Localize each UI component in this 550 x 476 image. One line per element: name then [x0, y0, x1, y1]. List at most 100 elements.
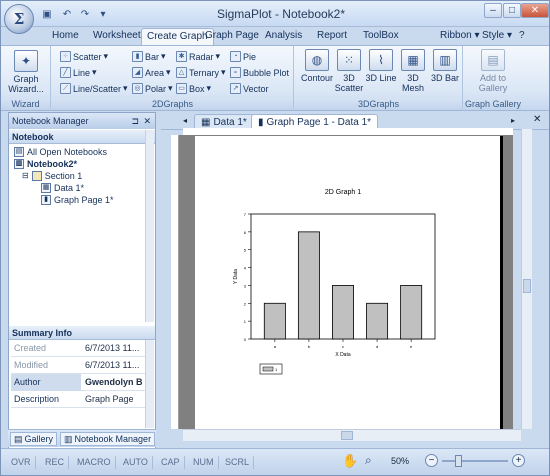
- zoom-out-button[interactable]: −: [425, 454, 438, 467]
- ternary-button[interactable]: △ Ternary ▾: [176, 65, 226, 80]
- zoom-in-button[interactable]: +: [512, 454, 525, 467]
- polar-button[interactable]: ◎ Polar ▾: [132, 81, 173, 96]
- ribbon-tabs: Home Worksheet Create Graph Graph Page A…: [1, 27, 549, 45]
- vector-button[interactable]: ↗ Vector: [230, 81, 269, 96]
- redo-icon[interactable]: ↷: [77, 6, 93, 22]
- contour-label: Contour: [300, 73, 334, 83]
- tab-scroll-left-icon[interactable]: ◂: [183, 116, 187, 125]
- status-ovr: OVR: [7, 456, 36, 469]
- summary-value[interactable]: 6/7/2013 11...: [83, 357, 147, 374]
- tree-item-all-notebooks[interactable]: ▤ All Open Notebooks: [14, 146, 107, 158]
- tab-home[interactable]: Home: [47, 28, 84, 45]
- line-scatter-label: Line/Scatter: [73, 83, 122, 94]
- graph-page[interactable]: 2D Graph 101234567abcdeX Data Y Data 1: [195, 136, 500, 429]
- tab-toolbox[interactable]: ToolBox: [358, 28, 404, 45]
- gallery-icon: ▤: [481, 49, 505, 71]
- help-button[interactable]: ?: [514, 28, 530, 45]
- bar: [366, 302, 389, 340]
- group-wizard: ✦ Graph Wizard... Wizard: [1, 46, 51, 111]
- group-label-wizard: Wizard: [1, 99, 50, 110]
- gallery-tab[interactable]: ▤ Gallery: [10, 432, 58, 446]
- minimize-button[interactable]: –: [484, 3, 502, 18]
- bubble-plot-label: Bubble Plot: [243, 67, 290, 78]
- 3d-line-button[interactable]: ⌇ 3D Line: [365, 49, 397, 83]
- tab-analysis[interactable]: Analysis: [260, 28, 307, 45]
- x-axis-label: X Data: [335, 352, 351, 358]
- panel-close-icon[interactable]: ✕: [143, 113, 151, 129]
- line-scatter-button[interactable]: ⟋ Line/Scatter ▾: [60, 81, 128, 96]
- tab-report[interactable]: Report: [312, 28, 352, 45]
- doc-close-icon[interactable]: ✕: [533, 114, 541, 125]
- notebook-icon: ▥: [14, 159, 24, 169]
- app-window: ▣ ↶ ↷ ▾ SigmaPlot - Notebook2* – □ ✕ Σ H…: [0, 0, 550, 476]
- vector-icon: ↗: [230, 83, 241, 94]
- summary-value[interactable]: 6/7/2013 11...: [83, 340, 147, 357]
- undo-icon[interactable]: ↶: [59, 6, 75, 22]
- graph-page-icon: ▮: [41, 195, 51, 205]
- group-label-graph-gallery: Graph Gallery: [464, 99, 522, 110]
- add-to-gallery-button[interactable]: ▤ Add to Gallery: [470, 49, 516, 93]
- scroll-thumb[interactable]: [341, 431, 353, 440]
- zoom-slider[interactable]: [442, 460, 508, 462]
- zoom-icon[interactable]: ⌕: [365, 453, 372, 468]
- add-to-gallery-label: Add to Gallery: [478, 73, 508, 93]
- tree-item-graph-page-1[interactable]: ▮ Graph Page 1*: [41, 194, 114, 206]
- scatter-button[interactable]: ⁘ Scatter ▾: [60, 49, 108, 64]
- tab-graph-page[interactable]: Graph Page: [200, 28, 264, 45]
- collapse-icon[interactable]: ⊟: [22, 170, 29, 182]
- app-menu-button[interactable]: Σ: [4, 4, 34, 34]
- line-icon: ╱: [60, 67, 71, 78]
- 3d-scatter-button[interactable]: ⁙ 3D Scatter: [333, 49, 365, 93]
- status-num: NUM: [189, 456, 219, 469]
- tree-scrollbar[interactable]: [145, 130, 154, 322]
- summary-key: Author: [11, 374, 81, 391]
- style-menu[interactable]: Style ▾: [477, 28, 517, 45]
- tab-worksheet[interactable]: Worksheet: [88, 28, 146, 45]
- horizontal-scrollbar[interactable]: [183, 429, 521, 441]
- maximize-button[interactable]: □: [503, 3, 521, 18]
- contour-button[interactable]: ◍ Contour: [297, 49, 337, 83]
- close-button[interactable]: ✕: [521, 3, 549, 18]
- graph-page-1-label: Graph Page 1*: [54, 195, 114, 205]
- tab-scroll-right-icon[interactable]: ▸: [511, 116, 515, 125]
- area-button[interactable]: ◢ Area ▾: [132, 65, 171, 80]
- notebook-manager-tab[interactable]: ▥ Notebook Manager: [60, 432, 156, 446]
- status-macro: MACRO: [73, 456, 116, 469]
- radar-button[interactable]: ✱ Radar ▾: [176, 49, 220, 64]
- 3d-mesh-icon: ▦: [401, 49, 425, 71]
- panel-bottom-tabs: ▤ Gallery ▥ Notebook Manager: [8, 429, 156, 447]
- 3d-mesh-button[interactable]: ▦ 3D Mesh: [397, 49, 429, 93]
- pin-icon[interactable]: ⊐: [131, 113, 139, 129]
- line-button[interactable]: ╱ Line ▾: [60, 65, 97, 80]
- hand-icon[interactable]: ✋: [342, 453, 358, 469]
- summary-value[interactable]: Gwendolyn B: [83, 374, 147, 391]
- y-tick-label: 7: [244, 212, 247, 217]
- group-2dgraphs: ⁘ Scatter ▾ ╱ Line ▾ ⟋ Line/Scatter ▾ ▮ Bar ▾ ◢ A…: [52, 46, 294, 111]
- bubble-plot-button[interactable]: ∘ Bubble Plot: [230, 65, 289, 80]
- status-scrl: SCRL: [221, 456, 255, 469]
- zoom-level: 50%: [391, 456, 410, 466]
- worksheet-icon: ▦: [41, 183, 51, 193]
- group-label-3dgraphs: 3DGraphs: [295, 99, 462, 110]
- vertical-ruler: [171, 135, 179, 429]
- graph-wizard-button[interactable]: ✦ Graph Wizard...: [5, 50, 47, 94]
- summary-scrollbar[interactable]: [145, 340, 154, 428]
- summary-value[interactable]: Graph Page: [83, 391, 147, 408]
- tree-item-notebook2[interactable]: ▥ Notebook2*: [14, 158, 77, 170]
- tree-item-section-1[interactable]: ⊟ Section 1: [22, 170, 82, 182]
- bar-button[interactable]: ▮ Bar ▾: [132, 49, 166, 64]
- zoom-slider-thumb[interactable]: [455, 455, 462, 467]
- scroll-thumb[interactable]: [523, 279, 531, 293]
- box-button[interactable]: ▭ Box ▾: [176, 81, 211, 96]
- vertical-scrollbar[interactable]: [521, 129, 532, 429]
- pie-button[interactable]: ◔ Pie: [230, 49, 256, 64]
- qat-menu-icon[interactable]: ▾: [95, 6, 111, 22]
- ribbon-label: Ribbon: [440, 30, 472, 41]
- bar-chart[interactable]: 2D Graph 101234567a b c d eX DataY Data1: [195, 136, 500, 429]
- data-1-label: Data 1*: [54, 183, 85, 193]
- tree-item-data-1[interactable]: ▦ Data 1*: [41, 182, 84, 194]
- area-icon: ◢: [132, 67, 143, 78]
- save-icon[interactable]: ▣: [39, 6, 55, 22]
- notebook-section-header: Notebook: [9, 130, 155, 144]
- 3d-bar-button[interactable]: ▥ 3D Bar: [429, 49, 461, 83]
